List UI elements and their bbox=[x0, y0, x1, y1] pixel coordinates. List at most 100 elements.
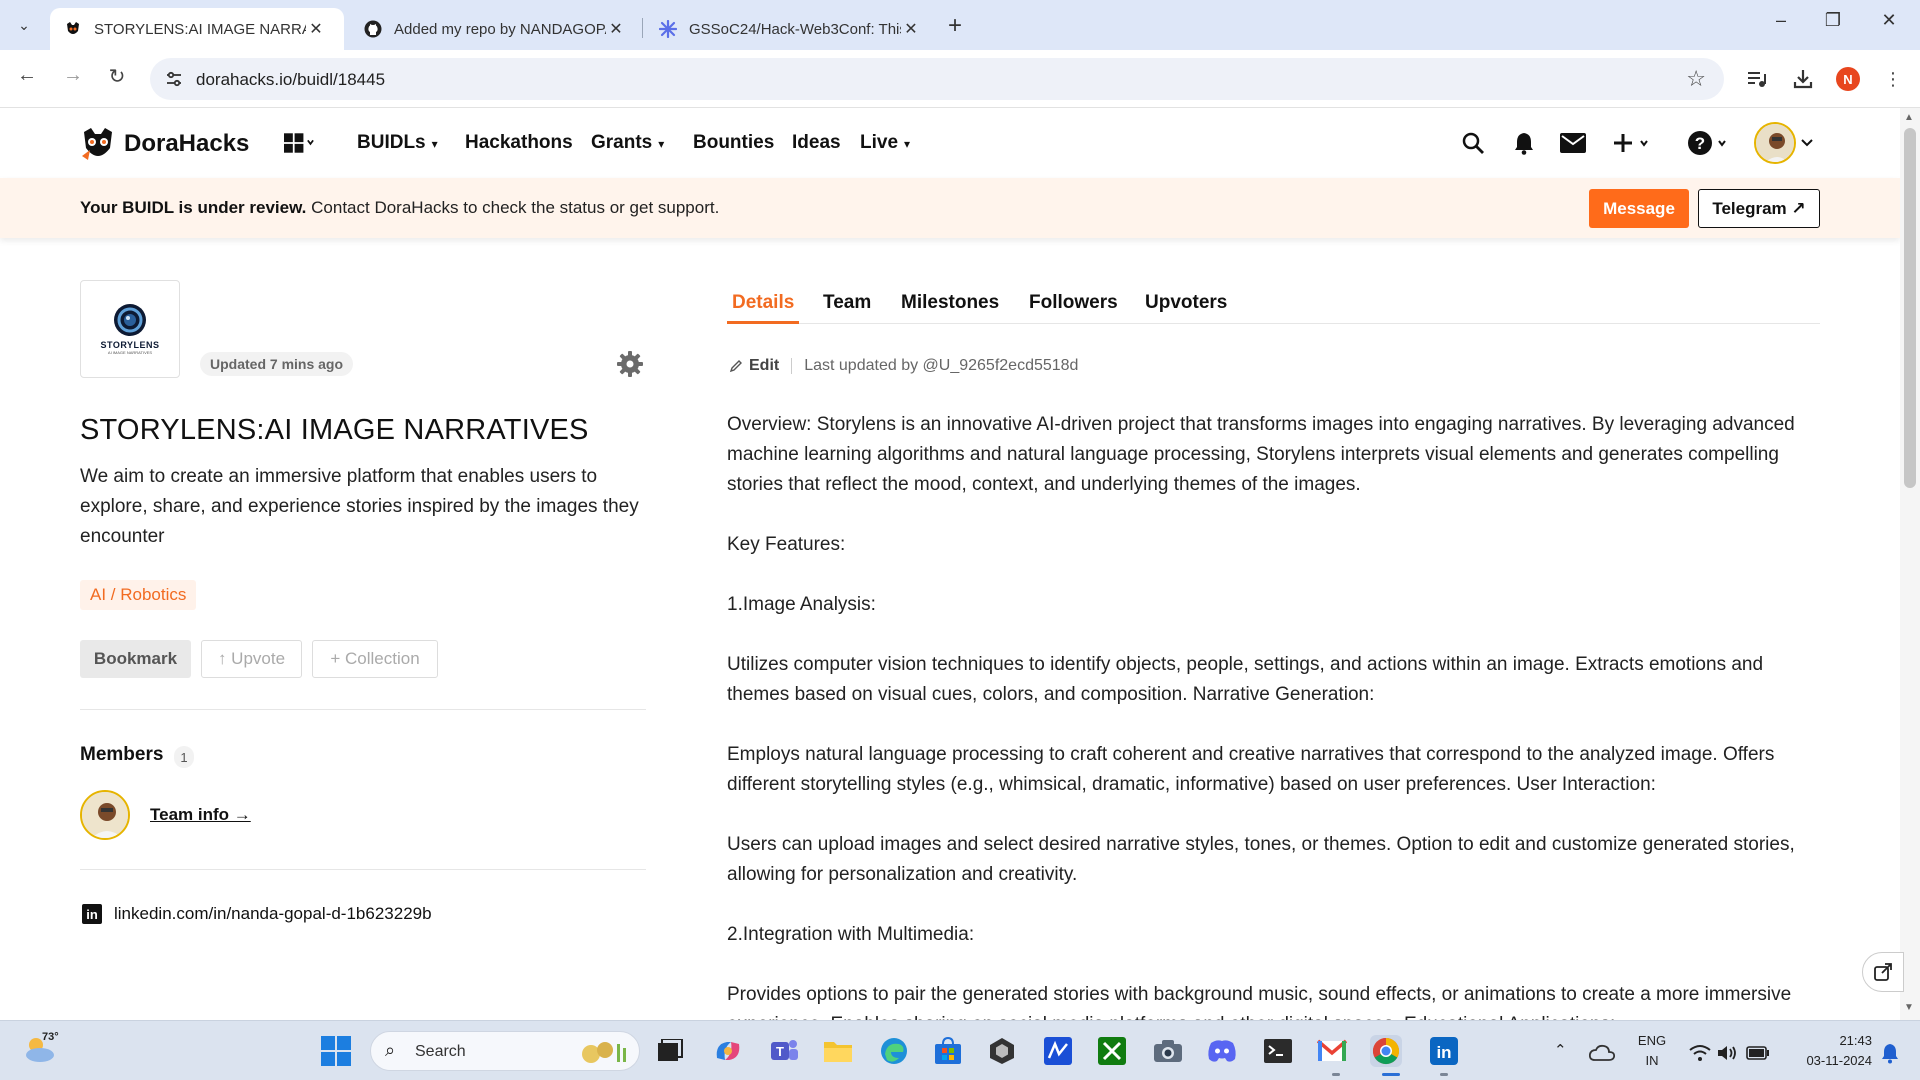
content-paragraph: 2.Integration with Multimedia: bbox=[727, 924, 975, 945]
active-tab-indicator bbox=[727, 321, 799, 324]
review-body-text: Contact DoraHacks to check the status or… bbox=[306, 198, 720, 217]
nav-label: Ideas bbox=[792, 132, 841, 153]
vscode-like-app-icon[interactable] bbox=[1042, 1035, 1074, 1067]
bookmark-star-icon[interactable]: ☆ bbox=[1686, 66, 1706, 92]
apps-grid-icon bbox=[284, 133, 314, 153]
forward-arrow-icon[interactable]: → bbox=[58, 64, 88, 87]
bell-icon[interactable] bbox=[1509, 128, 1539, 158]
message-button[interactable]: Message bbox=[1589, 189, 1689, 228]
bookmark-button[interactable]: Bookmark bbox=[80, 640, 191, 678]
user-avatar[interactable] bbox=[1754, 122, 1796, 164]
clock-time: 21:43 bbox=[1839, 1033, 1872, 1048]
mail-icon[interactable] bbox=[1558, 128, 1588, 158]
browser-tab-github[interactable]: Added my repo by NANDAGOPAL ✕ bbox=[350, 8, 644, 50]
browser-tab-storylens[interactable]: STORYLENS:AI IMAGE NARRATIVES ✕ bbox=[50, 8, 344, 50]
address-input[interactable]: dorahacks.io/buidl/18445 ☆ bbox=[150, 58, 1724, 100]
weather-widget[interactable]: 73° bbox=[22, 1031, 62, 1071]
new-tab-button[interactable]: + bbox=[948, 12, 962, 40]
chevron-down-icon: ▾ bbox=[658, 137, 665, 151]
project-logo: STORYLENS AI IMAGE NARRATIVES bbox=[80, 280, 180, 378]
back-arrow-icon[interactable]: ← bbox=[12, 64, 42, 87]
xbox-icon[interactable] bbox=[1096, 1035, 1128, 1067]
browser-menu-icon[interactable]: ⋮ bbox=[1880, 66, 1906, 92]
camera-lens-icon bbox=[114, 304, 146, 336]
divider bbox=[80, 869, 646, 870]
battery-icon[interactable] bbox=[1742, 1037, 1774, 1069]
nav-ideas[interactable]: Ideas bbox=[792, 132, 841, 154]
linkedin-link[interactable]: in linkedin.com/in/nanda-gopal-d-1b62322… bbox=[82, 904, 432, 924]
microsoft-store-icon[interactable] bbox=[932, 1035, 964, 1067]
telegram-button[interactable]: Telegram ↗ bbox=[1698, 189, 1820, 228]
tab-milestones[interactable]: Milestones bbox=[901, 292, 999, 314]
apps-grid-menu[interactable] bbox=[284, 128, 314, 158]
task-view-icon[interactable] bbox=[654, 1035, 686, 1067]
copilot-icon[interactable] bbox=[712, 1035, 744, 1067]
gear-icon[interactable] bbox=[616, 350, 644, 378]
nav-grants[interactable]: Grants ▾ bbox=[591, 132, 664, 154]
download-icon[interactable] bbox=[1790, 66, 1816, 92]
minimize-window-icon[interactable]: – bbox=[1766, 10, 1796, 31]
svg-text:?: ? bbox=[1695, 134, 1705, 153]
chrome-icon[interactable] bbox=[1370, 1035, 1402, 1067]
tab-team[interactable]: Team bbox=[823, 292, 871, 314]
gmail-icon[interactable] bbox=[1316, 1035, 1348, 1067]
restore-window-icon[interactable]: ❐ bbox=[1818, 10, 1848, 31]
add-to-collection-button[interactable]: + Collection bbox=[312, 640, 438, 678]
unity-hub-icon[interactable] bbox=[986, 1035, 1018, 1067]
scroll-down-arrow-icon[interactable]: ▼ bbox=[1904, 1002, 1914, 1013]
windows-start-icon[interactable] bbox=[320, 1035, 352, 1067]
close-tab-icon[interactable]: ✕ bbox=[606, 19, 626, 39]
notification-bell-icon[interactable] bbox=[1874, 1037, 1906, 1069]
tab-details[interactable]: Details bbox=[732, 292, 794, 314]
site-settings-icon[interactable] bbox=[164, 69, 184, 89]
member-avatar[interactable] bbox=[80, 790, 130, 840]
chevron-down-icon[interactable] bbox=[1798, 128, 1816, 158]
close-window-icon[interactable]: ✕ bbox=[1874, 10, 1904, 31]
close-tab-icon[interactable]: ✕ bbox=[901, 19, 921, 39]
camera-app-icon[interactable] bbox=[1152, 1035, 1184, 1067]
review-bold-text: Your BUIDL is under review. bbox=[80, 198, 307, 217]
edge-browser-icon[interactable] bbox=[878, 1035, 910, 1067]
browser-profile-avatar[interactable]: N bbox=[1836, 67, 1860, 91]
tab-followers[interactable]: Followers bbox=[1029, 292, 1118, 314]
system-clock[interactable]: 21:43 03-11-2024 bbox=[1782, 1031, 1872, 1071]
tab-search-menu-button[interactable]: ⌄ bbox=[10, 12, 38, 38]
gssoc-favicon-icon bbox=[659, 20, 677, 38]
nav-hackathons[interactable]: Hackathons bbox=[465, 132, 573, 154]
help-menu[interactable]: ? bbox=[1684, 128, 1734, 158]
nav-bounties[interactable]: Bounties bbox=[693, 132, 774, 154]
browser-tab-gssoc[interactable]: GSSoC24/Hack-Web3Conf: This ✕ bbox=[645, 8, 939, 50]
linkedin-app-icon[interactable]: in bbox=[1428, 1035, 1460, 1067]
edit-link[interactable]: Edit bbox=[749, 357, 779, 375]
scrollbar-thumb[interactable] bbox=[1904, 128, 1916, 488]
share-feedback-button[interactable] bbox=[1862, 952, 1904, 992]
dorahacks-logo[interactable]: DoraHacks bbox=[80, 126, 249, 162]
chevron-up-icon[interactable]: ⌃ bbox=[1554, 1041, 1567, 1059]
buidl-details-content: Overview: Storylens is an innovative AI-… bbox=[727, 410, 1827, 1070]
terminal-icon[interactable] bbox=[1262, 1035, 1294, 1067]
tab-upvoters[interactable]: Upvoters bbox=[1145, 292, 1227, 314]
search-icon[interactable] bbox=[1458, 128, 1488, 158]
project-logo-name: STORYLENS bbox=[100, 340, 160, 350]
close-tab-icon[interactable]: ✕ bbox=[306, 19, 326, 39]
category-tag[interactable]: AI / Robotics bbox=[80, 580, 197, 610]
teams-icon[interactable]: T bbox=[768, 1035, 800, 1067]
media-controls-icon[interactable] bbox=[1744, 66, 1770, 92]
onedrive-cloud-icon[interactable] bbox=[1586, 1037, 1618, 1069]
upvote-button[interactable]: ↑ Upvote bbox=[201, 640, 302, 678]
language-indicator[interactable]: ENG IN bbox=[1636, 1031, 1668, 1071]
nav-buidls[interactable]: BUIDLs ▾ bbox=[357, 132, 438, 154]
file-explorer-icon[interactable] bbox=[822, 1035, 854, 1067]
discord-icon[interactable] bbox=[1206, 1035, 1238, 1067]
create-menu[interactable] bbox=[1612, 128, 1656, 158]
running-indicator bbox=[1332, 1073, 1340, 1076]
nav-live[interactable]: Live ▾ bbox=[860, 132, 910, 154]
scroll-up-arrow-icon[interactable]: ▲ bbox=[1904, 112, 1914, 123]
team-info-link[interactable]: Team info → bbox=[150, 805, 251, 825]
taskbar-search-input[interactable]: ⌕ Search bbox=[370, 1031, 640, 1071]
volume-icon[interactable] bbox=[1712, 1037, 1744, 1069]
members-heading: Members bbox=[80, 744, 164, 765]
reload-icon[interactable]: ↻ bbox=[102, 64, 132, 89]
last-updated-text: Last updated by @U_9265f2ecd5518d bbox=[804, 357, 1079, 374]
linkedin-icon: in bbox=[82, 904, 102, 924]
